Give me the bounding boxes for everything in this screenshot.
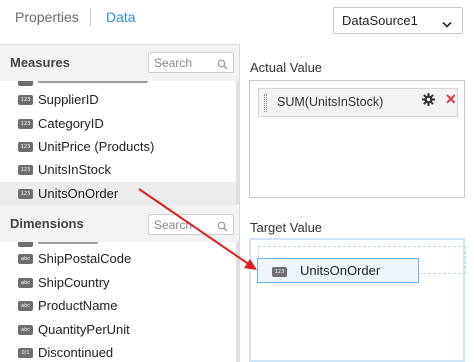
- field-label: Discontinued: [38, 345, 114, 360]
- measure-item-unitsinstock[interactable]: 123 UnitsInStock: [0, 158, 236, 182]
- boolean-field-icon: 0/1: [18, 348, 33, 358]
- tab-data[interactable]: Data: [106, 9, 136, 25]
- dimensions-title: Dimensions: [10, 216, 84, 231]
- field-label: UnitsInStock: [38, 162, 111, 177]
- search-icon: [217, 219, 228, 237]
- actual-value-title: Actual Value: [250, 60, 323, 75]
- string-field-icon: abc: [18, 301, 33, 311]
- numeric-field-icon: 123: [18, 119, 33, 129]
- dimensions-scrollbar[interactable]: [236, 242, 239, 362]
- measure-item-categoryid[interactable]: 123 CategoryID: [0, 112, 236, 136]
- tab-divider: [90, 8, 91, 26]
- dragging-field-name: UnitsOnOrder: [300, 263, 381, 278]
- tab-properties[interactable]: Properties: [15, 9, 79, 25]
- field-label: SupplierID: [38, 92, 99, 107]
- target-value-title: Target Value: [250, 220, 323, 235]
- gear-icon[interactable]: [422, 93, 435, 111]
- measure-item-unitprice[interactable]: 123 UnitPrice (Products): [0, 135, 236, 159]
- measures-header: Measures Search: [0, 45, 239, 81]
- field-label: ProductName: [38, 298, 118, 313]
- numeric-field-icon: 123: [272, 267, 287, 277]
- top-bar: Properties Data DataSource1: [0, 0, 474, 40]
- numeric-field-icon: 123: [18, 189, 33, 199]
- measure-item-unitsonorder[interactable]: 123 UnitsOnOrder: [0, 182, 236, 206]
- string-field-icon: abc: [18, 278, 33, 288]
- search-icon: [217, 57, 228, 75]
- dimensions-search-input[interactable]: Search: [148, 214, 234, 235]
- field-label: ShipPostalCode: [38, 251, 132, 266]
- dimension-item-shipcountry[interactable]: abc ShipCountry: [0, 271, 236, 295]
- measures-title: Measures: [10, 55, 70, 70]
- fields-panel: Measures Search 123 SupplierID 123 Categ…: [0, 44, 240, 362]
- field-label: CategoryID: [38, 116, 104, 131]
- measures-scrollbar[interactable]: [236, 81, 239, 205]
- field-label: QuantityPerUnit: [38, 322, 130, 337]
- close-icon[interactable]: ✕: [445, 91, 457, 108]
- string-field-icon: abc: [18, 325, 33, 335]
- list-item-partial: [0, 81, 236, 87]
- dimension-item-productname[interactable]: abc ProductName: [0, 294, 236, 318]
- measures-search-placeholder: Search: [154, 56, 193, 70]
- dimension-item-shippostalcode[interactable]: abc ShipPostalCode: [0, 247, 236, 271]
- field-label: UnitPrice (Products): [38, 139, 155, 154]
- dimensions-search-placeholder: Search: [154, 218, 193, 232]
- measure-item-supplierid[interactable]: 123 SupplierID: [0, 88, 236, 112]
- datasource-select[interactable]: DataSource1: [333, 7, 463, 34]
- dragging-field-pill[interactable]: 123 UnitsOnOrder: [257, 258, 419, 283]
- field-label: UnitsOnOrder: [38, 186, 119, 201]
- dimension-item-discontinued[interactable]: 0/1 Discontinued: [0, 341, 236, 362]
- field-label: ShipCountry: [38, 275, 110, 290]
- string-field-icon: abc: [18, 254, 33, 264]
- numeric-field-icon: 123: [18, 95, 33, 105]
- dimension-item-quantityperunit[interactable]: abc QuantityPerUnit: [0, 318, 236, 342]
- measures-search-input[interactable]: Search: [148, 52, 234, 73]
- datasource-value: DataSource1: [342, 13, 418, 28]
- actual-value-field-name: SUM(UnitsInStock): [277, 95, 384, 109]
- dimensions-header: Dimensions Search: [0, 206, 239, 242]
- numeric-field-icon: 123: [18, 142, 33, 152]
- drag-handle-icon[interactable]: [264, 94, 267, 112]
- chevron-down-icon: [442, 16, 452, 34]
- numeric-field-icon: 123: [18, 165, 33, 175]
